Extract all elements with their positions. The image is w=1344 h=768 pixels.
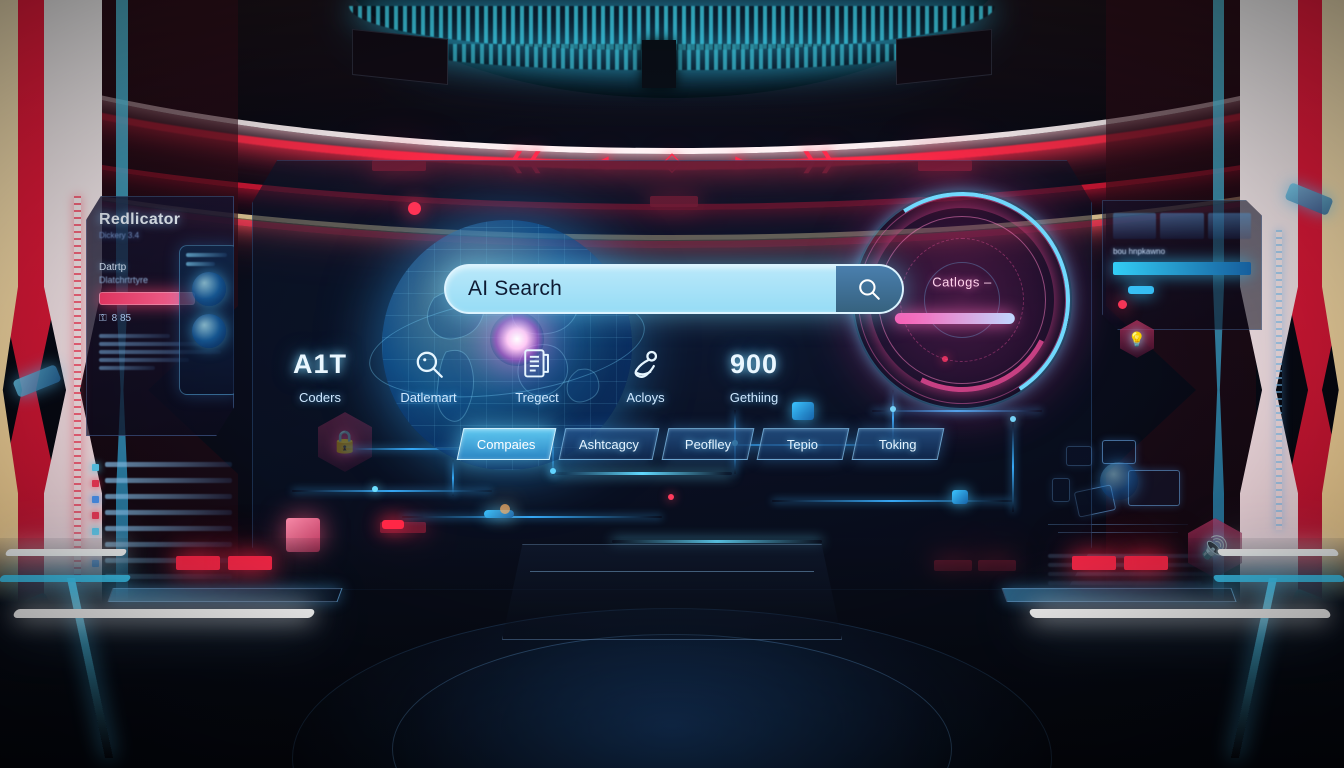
bullet-dot <box>92 464 99 471</box>
right-panel-grid <box>1113 213 1251 239</box>
left-panel-subtitle: Dickery 3.4 <box>99 231 140 240</box>
floor-rail-left <box>66 578 114 758</box>
bullet-text <box>105 462 232 467</box>
right-panel-data-bar <box>1113 262 1251 275</box>
bullet-text <box>105 494 232 499</box>
stat-value-coders: A1T <box>292 348 347 379</box>
floor-red-light-2 <box>228 556 272 570</box>
pill-label: Peoflley <box>684 436 731 452</box>
right-panel-label: bou hnpkawno <box>1113 247 1166 256</box>
search-bar[interactable] <box>444 264 904 314</box>
floor-red-light-4 <box>1072 556 1116 570</box>
bullet-text <box>105 526 232 531</box>
list-item <box>92 494 232 503</box>
floor-light-bar-left <box>107 588 343 602</box>
side-card-globe-icon-1 <box>192 272 226 306</box>
accent-bar-cyan-right <box>1128 286 1154 294</box>
pill-compaies[interactable]: Compaies <box>456 428 556 460</box>
lower-neon-cyan-left <box>0 575 132 582</box>
filter-pill-row: Compaies Ashtcagcy Peoflley Tepio Toking <box>456 428 944 460</box>
bullet-dot <box>92 512 99 519</box>
accent-dot-red-2 <box>1118 300 1127 309</box>
pill-label: Ashtcagcy <box>578 436 639 452</box>
floor-white-strip-right <box>1216 549 1340 556</box>
stat-label-gethiing: Gethiing <box>729 390 779 405</box>
pill-label: Toking <box>878 436 917 452</box>
list-item <box>92 462 232 471</box>
dial-label: Catlogs – <box>932 274 992 290</box>
right-tick-rail <box>1276 230 1282 530</box>
stat-item-acloys[interactable]: Acloys <box>598 342 694 405</box>
list-item <box>92 510 232 519</box>
screen-icon <box>1102 440 1136 464</box>
accent-dot-red-1 <box>408 202 421 215</box>
stat-label-tregect: Tregect <box>515 390 559 405</box>
search-input[interactable] <box>446 266 836 312</box>
magnifier-icon <box>381 342 477 386</box>
document-icon <box>489 342 585 386</box>
central-hud-panel: Catlogs – A1T Coders <box>252 160 1092 590</box>
stat-item-gethiing[interactable]: 900 Gethiing <box>706 342 802 406</box>
floor-red-light-1 <box>176 556 220 570</box>
pill-label: Compaies <box>477 436 536 452</box>
lower-neon-cyan-right <box>1212 575 1344 582</box>
pill-toking[interactable]: Toking <box>851 428 944 460</box>
scene-root: ❮❮ ◀ ◇ ▶ ❯❯ Redlicator Dickery 3.4 Datrt… <box>0 0 1344 768</box>
stat-item-coders[interactable]: A1T Coders <box>272 342 368 406</box>
left-panel-side-card <box>179 245 234 395</box>
left-tick-rail <box>74 196 81 586</box>
lock-icon: ⚿ <box>99 313 107 324</box>
lower-neon-bar-left <box>12 609 316 618</box>
list-item <box>92 478 232 487</box>
search-submit-button[interactable] <box>836 266 902 312</box>
bullet-dot <box>92 480 99 487</box>
stat-label-coders: Coders <box>299 390 341 405</box>
side-card-globe-icon-2 <box>192 314 226 348</box>
floor-console-panel <box>502 544 842 640</box>
accent-bar-red-mid <box>382 520 404 529</box>
bullet-dot <box>92 528 99 535</box>
left-panel-title: Redlicator <box>99 211 181 228</box>
floor-red-light-3 <box>1124 556 1168 570</box>
globe-icon <box>1100 462 1138 500</box>
left-panel-badge-text: 8 85 <box>111 313 132 324</box>
stat-value-gethiing: 900 <box>729 348 779 379</box>
floor-rail-right <box>1230 578 1278 758</box>
pill-label: Tepio <box>786 436 819 452</box>
bulb-icon: 💡 <box>1128 330 1146 347</box>
accent-dot-amber <box>500 504 510 514</box>
right-info-panel: bou hnpkawno <box>1102 200 1262 330</box>
search-container <box>444 264 904 314</box>
search-icon <box>859 279 880 300</box>
pill-ashtcagcy[interactable]: Ashtcagcy <box>558 428 659 460</box>
tool-icon <box>598 342 694 386</box>
pill-peoflley[interactable]: Peoflley <box>661 428 754 460</box>
bullet-text <box>105 510 232 515</box>
left-info-panel: Redlicator Dickery 3.4 Datrtp Dlatchrtrt… <box>86 196 234 436</box>
bullet-text <box>105 478 232 483</box>
floor-white-strip-left <box>4 549 128 556</box>
dial-level-bar <box>894 313 1015 325</box>
floor-light-bar-right <box>1001 588 1237 602</box>
list-item <box>92 526 232 535</box>
stat-label-datlemart: Datlemart <box>400 390 457 405</box>
bullet-dot <box>92 496 99 503</box>
pill-tepio[interactable]: Tepio <box>756 428 849 460</box>
stat-label-acloys: Acloys <box>626 390 665 405</box>
ceiling-vault-notch <box>641 40 676 88</box>
stat-icon-row: A1T Coders Datlemart Tregect Acloys 900 … <box>272 342 802 406</box>
stat-item-tregect[interactable]: Tregect <box>489 342 585 405</box>
lower-neon-bar-right <box>1028 609 1332 618</box>
floor <box>0 538 1344 768</box>
stat-item-datlemart[interactable]: Datlemart <box>381 342 477 405</box>
